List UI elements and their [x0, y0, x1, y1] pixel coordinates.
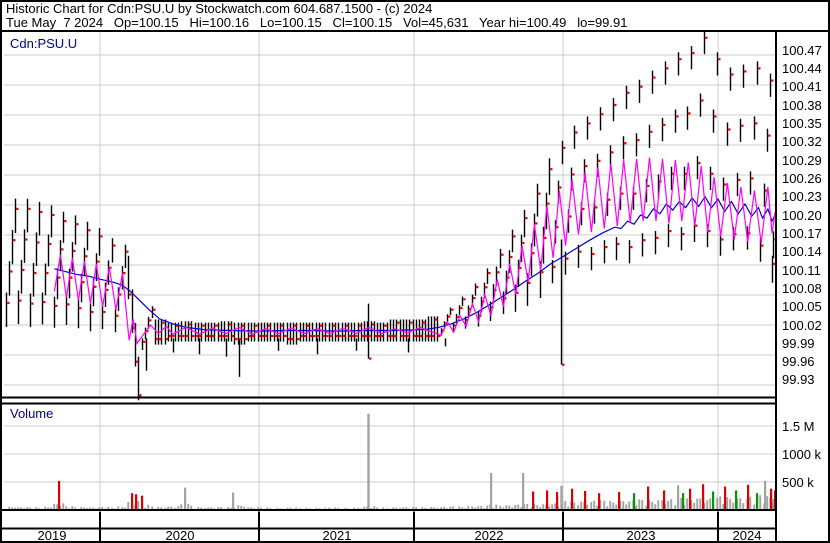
year-axis-label: 2019 [37, 528, 67, 543]
price-axis-label: 100.26 [782, 171, 822, 186]
price-axis-label: 100.35 [782, 116, 822, 131]
year-axis-label: 2021 [322, 528, 352, 543]
price-axis-label: 99.96 [782, 354, 815, 369]
symbol-label: Cdn:PSU.U [10, 36, 78, 51]
price-axis-label: 100.17 [782, 226, 822, 241]
year-axis-label: 2022 [474, 528, 504, 543]
volume-axis-label: 1.5 M [782, 419, 815, 434]
ma-slow-line [54, 195, 776, 332]
volume-axis-label: 1000 k [782, 447, 822, 462]
price-axis-label: 100.23 [782, 189, 822, 204]
stock-chart-window: Historic Chart for Cdn:PSU.U by Stockwat… [0, 0, 830, 543]
price-axis-label: 100.20 [782, 208, 822, 223]
price-volume-chart-svg[interactable] [0, 0, 830, 543]
price-axis-label: 99.93 [782, 372, 815, 387]
price-axis-label: 100.44 [782, 61, 822, 76]
year-axis-label: 2023 [626, 528, 656, 543]
price-axis-label: 100.14 [782, 244, 822, 259]
price-axis-label: 100.11 [782, 263, 821, 278]
price-axis-label: 99.99 [782, 336, 815, 351]
price-axis-label: 100.32 [782, 134, 822, 149]
price-axis-label: 100.29 [782, 153, 822, 168]
quote-summary-line: Tue May 7 2024 Op=100.15 Hi=100.16 Lo=10… [6, 15, 628, 30]
volume-panel-label: Volume [10, 406, 54, 421]
year-axis-label: 2024 [732, 528, 762, 543]
year-axis-label: 2020 [165, 528, 195, 543]
price-axis-label: 100.41 [782, 79, 822, 94]
volume-axis-label: 500 k [782, 475, 814, 490]
price-axis-label: 100.38 [782, 98, 822, 113]
price-axis-label: 100.08 [782, 281, 822, 296]
price-axis-label: 100.05 [782, 299, 822, 314]
price-axis-label: 100.02 [782, 318, 822, 333]
price-axis-label: 100.47 [782, 43, 822, 58]
chart-title: Historic Chart for Cdn:PSU.U by Stockwat… [6, 1, 433, 16]
ma-fast-line [53, 157, 776, 345]
